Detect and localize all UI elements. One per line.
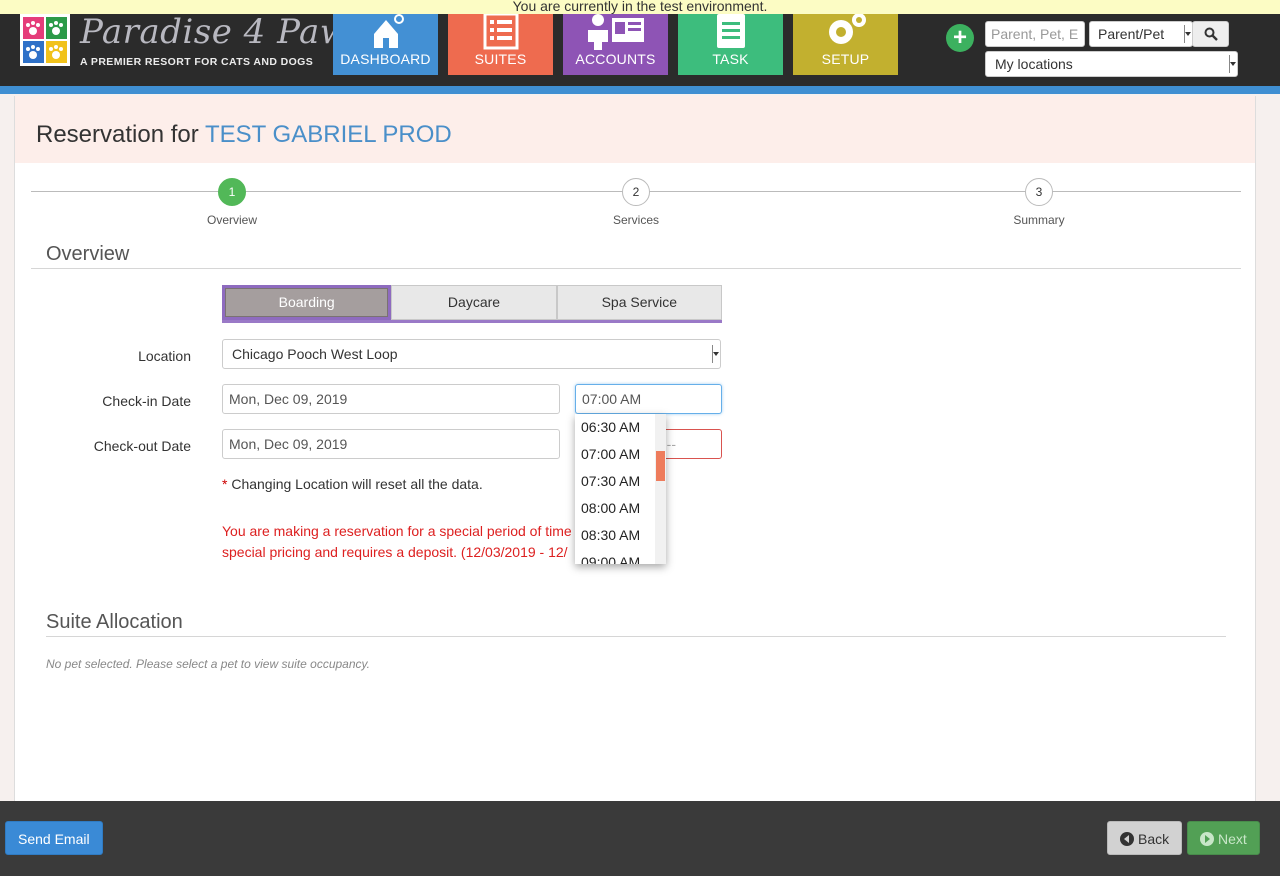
nav-dashboard[interactable]: DASHBOARD bbox=[333, 14, 438, 75]
reservation-panel: Reservation for TEST GABRIEL PROD 1 Over… bbox=[14, 96, 1256, 816]
overview-rule bbox=[31, 268, 1241, 269]
footer-bar: Send Email Back Next bbox=[0, 801, 1280, 876]
list-icon bbox=[448, 14, 553, 50]
service-type-tabs: Boarding Daycare Spa Service bbox=[222, 285, 722, 323]
step-summary[interactable]: 3 Summary bbox=[989, 178, 1089, 227]
clipboard-icon bbox=[678, 14, 783, 50]
suite-empty-note: No pet selected. Please select a pet to … bbox=[46, 657, 370, 671]
panel-header: Reservation for TEST GABRIEL PROD bbox=[15, 96, 1255, 163]
location-label: Location bbox=[138, 348, 191, 364]
environment-banner: You are currently in the test environmen… bbox=[0, 0, 1280, 14]
tab-daycare[interactable]: Daycare bbox=[391, 285, 557, 320]
search-icon bbox=[1204, 27, 1218, 41]
house-tag-icon bbox=[333, 14, 438, 50]
overview-heading: Overview bbox=[46, 243, 130, 265]
gears-icon bbox=[793, 14, 898, 50]
time-option[interactable]: 09:00 AM bbox=[575, 549, 666, 564]
dropdown-caret-icon bbox=[1184, 25, 1191, 43]
dropdown-caret-icon bbox=[712, 345, 719, 363]
search-type-value: Parent/Pet bbox=[1098, 26, 1165, 42]
next-label: Next bbox=[1218, 831, 1247, 847]
brand-tagline: A PREMIER RESORT FOR CATS AND DOGS bbox=[80, 56, 314, 68]
back-button[interactable]: Back bbox=[1107, 821, 1183, 855]
nav-task-label: TASK bbox=[712, 51, 749, 67]
nav-accounts-label: ACCOUNTS bbox=[575, 51, 656, 67]
arrow-right-circle-icon bbox=[1200, 832, 1214, 846]
time-option[interactable]: 08:30 AM bbox=[575, 522, 666, 549]
search-button[interactable] bbox=[1192, 21, 1229, 47]
tab-boarding[interactable]: Boarding bbox=[222, 285, 392, 320]
checkin-time-input[interactable]: 07:00 AM bbox=[575, 384, 722, 414]
checkout-date-input[interactable]: Mon, Dec 09, 2019 bbox=[222, 429, 560, 459]
paw-logo-icon bbox=[20, 14, 70, 66]
time-dropdown-list[interactable]: 06:30 AM 07:00 AM 07:30 AM 08:00 AM 08:3… bbox=[575, 414, 666, 564]
step-number: 1 bbox=[218, 178, 246, 206]
dropdown-caret-icon bbox=[1229, 55, 1236, 73]
checkin-date-value: Mon, Dec 09, 2019 bbox=[229, 391, 348, 407]
location-reset-note: * Changing Location will reset all the d… bbox=[222, 476, 483, 492]
checkin-date-input[interactable]: Mon, Dec 09, 2019 bbox=[222, 384, 560, 414]
tab-spa-service[interactable]: Spa Service bbox=[556, 285, 722, 320]
suite-allocation-rule bbox=[46, 636, 1226, 637]
nav-dashboard-label: DASHBOARD bbox=[340, 51, 431, 67]
time-option[interactable]: 08:00 AM bbox=[575, 495, 666, 522]
note-text: Changing Location will reset all the dat… bbox=[227, 476, 483, 492]
locations-select[interactable]: My locations bbox=[985, 51, 1238, 77]
step-label: Summary bbox=[1013, 213, 1065, 227]
send-email-button[interactable]: Send Email bbox=[5, 821, 103, 855]
location-select[interactable]: Chicago Pooch West Loop bbox=[222, 339, 721, 369]
nav-suites-label: SUITES bbox=[474, 51, 527, 67]
back-label: Back bbox=[1138, 831, 1170, 847]
checkout-date-value: Mon, Dec 09, 2019 bbox=[229, 436, 348, 452]
nav-setup-label: SETUP bbox=[821, 51, 870, 67]
checkin-time-value: 07:00 AM bbox=[582, 391, 642, 407]
page-title: Reservation for TEST GABRIEL PROD bbox=[36, 121, 452, 149]
nav-task[interactable]: TASK bbox=[678, 14, 783, 75]
scrollbar-thumb[interactable] bbox=[656, 451, 665, 481]
step-overview[interactable]: 1 Overview bbox=[182, 178, 282, 227]
environment-banner-text: You are currently in the test environmen… bbox=[512, 0, 768, 14]
step-number: 3 bbox=[1025, 178, 1053, 206]
step-label: Overview bbox=[206, 213, 257, 227]
nav-setup[interactable]: SETUP bbox=[793, 14, 898, 75]
header-divider bbox=[0, 86, 1280, 94]
add-plus-button[interactable]: + bbox=[946, 24, 974, 52]
step-label: Services bbox=[612, 213, 659, 227]
location-value: Chicago Pooch West Loop bbox=[232, 346, 398, 362]
checkout-time-placeholder: -- bbox=[666, 436, 676, 452]
step-number: 2 bbox=[622, 178, 650, 206]
nav-accounts[interactable]: ACCOUNTS bbox=[563, 14, 668, 75]
send-email-label: Send Email bbox=[18, 831, 90, 847]
dropdown-scrollbar[interactable] bbox=[655, 414, 666, 564]
time-option[interactable]: 06:30 AM bbox=[575, 414, 666, 441]
user-card-icon bbox=[563, 14, 668, 50]
nav-suites[interactable]: SUITES bbox=[448, 14, 553, 75]
time-option[interactable]: 07:30 AM bbox=[575, 468, 666, 495]
plus-icon: + bbox=[952, 24, 967, 51]
next-button[interactable]: Next bbox=[1187, 821, 1260, 855]
search-input[interactable] bbox=[985, 21, 1085, 47]
locations-value: My locations bbox=[995, 56, 1073, 72]
brand-logo[interactable]: Paradise 4 Paws A PREMIER RESORT FOR CAT… bbox=[18, 12, 367, 70]
checkout-label: Check-out Date bbox=[93, 438, 191, 454]
time-option[interactable]: 07:00 AM bbox=[575, 441, 666, 468]
page-title-prefix: Reservation for bbox=[36, 121, 205, 148]
client-name-link[interactable]: TEST GABRIEL PROD bbox=[205, 121, 452, 148]
arrow-left-circle-icon bbox=[1120, 832, 1134, 846]
checkin-label: Check-in Date bbox=[102, 393, 191, 409]
step-services[interactable]: 2 Services bbox=[586, 178, 686, 227]
search-type-select[interactable]: Parent/Pet bbox=[1089, 21, 1193, 47]
brand-title: Paradise 4 Paws bbox=[80, 12, 368, 52]
suite-allocation-heading: Suite Allocation bbox=[46, 611, 183, 633]
